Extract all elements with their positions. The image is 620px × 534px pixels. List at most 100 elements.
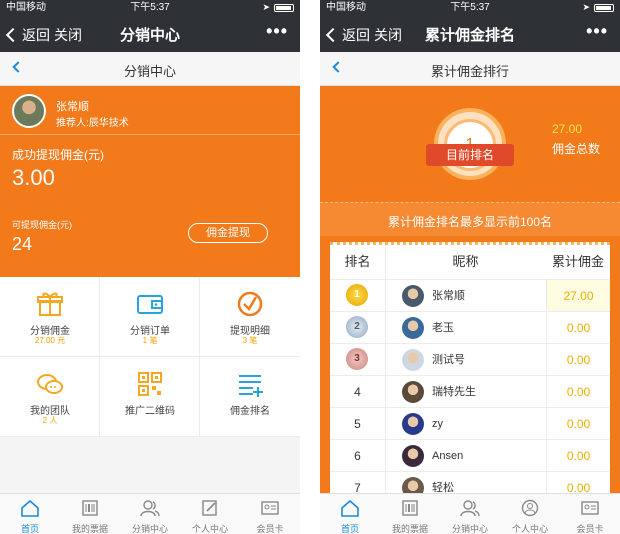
commission-amount: 27.00 xyxy=(546,280,610,312)
table-row: 4 瑞特先生 0.00 xyxy=(330,375,610,408)
bottom-tab-bar: 首页 我的票据 分销中心 个人中心 会员卡 xyxy=(0,493,300,534)
clock-icon xyxy=(237,291,263,317)
table-row: 3 测试号 0.00 xyxy=(330,343,610,376)
chat-icon xyxy=(37,374,63,394)
grid-count: 27.00 元 xyxy=(34,336,66,345)
nickname: 瑞特先生 xyxy=(432,386,476,398)
avatar xyxy=(402,317,424,339)
grid-item-withdraw-detail[interactable]: 提现明细 3 笔 xyxy=(200,277,300,357)
status-bar: 中国移动 下午5:37 ➤ xyxy=(320,0,620,15)
nickname: Ansen xyxy=(432,450,464,462)
commission-ranking-screen: 中国移动 下午5:37 ➤ 返回 关闭 累计佣金排名 ••• 累计佣金排行 1 … xyxy=(320,0,620,534)
tab-distribution[interactable]: 分销中心 xyxy=(120,494,180,534)
user-name: 张常顺 xyxy=(56,101,89,113)
location-icon: ➤ xyxy=(582,2,590,12)
grid-item-team[interactable]: 我的团队 2 人 xyxy=(0,357,100,437)
withdrawn-value: 3.00 xyxy=(12,165,55,190)
my-rank-ribbon: 目前排名 xyxy=(426,144,514,166)
clock: 下午5:37 xyxy=(450,2,490,13)
nav-title: 分销中心 xyxy=(119,27,180,44)
battery-icon xyxy=(274,4,294,12)
tab-label: 会员卡 xyxy=(576,524,604,534)
ranking-banner: 累计佣金排名最多显示前100名 xyxy=(320,202,620,236)
avatar xyxy=(402,445,424,467)
tab-label: 个人中心 xyxy=(511,524,548,534)
home-icon xyxy=(21,499,39,517)
table-row: 6 Ansen 0.00 xyxy=(330,439,610,472)
avatar xyxy=(402,413,424,435)
tab-profile[interactable]: 个人中心 xyxy=(500,494,560,534)
referrer: 推荐人:辰华技术 xyxy=(56,118,129,129)
id-card-icon xyxy=(581,501,599,515)
nickname: 张常顺 xyxy=(432,290,465,302)
wechat-top-bar: 中国移动 下午5:37 ➤ 返回 关闭 累计佣金排名 ••• xyxy=(320,0,620,52)
rank-cell: 3 xyxy=(330,344,385,376)
tab-home[interactable]: 首页 xyxy=(320,494,380,534)
grid-label: 佣金排名 xyxy=(230,406,270,417)
status-bar: 中国移动 下午5:37 ➤ xyxy=(0,0,300,15)
avatar xyxy=(402,381,424,403)
page-title: 累计佣金排行 xyxy=(430,64,509,79)
commission-amount: 0.00 xyxy=(546,376,610,408)
available-value: 24 xyxy=(12,234,33,254)
rank-cell: 4 xyxy=(354,385,361,399)
tab-tickets[interactable]: 我的票据 xyxy=(60,494,120,534)
banner-text: 累计佣金排名最多显示前100名 xyxy=(387,215,553,229)
edit-icon xyxy=(202,500,217,516)
commission-amount: 0.00 xyxy=(546,312,610,344)
user-circle-icon xyxy=(521,499,539,517)
commission-amount: 0.00 xyxy=(546,344,610,376)
withdraw-button[interactable]: 佣金提现 xyxy=(188,223,268,243)
tab-tickets[interactable]: 我的票据 xyxy=(380,494,440,534)
users-icon xyxy=(460,500,480,517)
qrcode-icon xyxy=(138,372,162,396)
tab-home[interactable]: 首页 xyxy=(0,494,60,534)
more-icon[interactable]: ••• xyxy=(266,21,288,42)
wechat-top-bar: 中国移动 下午5:37 ➤ 返回 关闭 分销中心 ••• xyxy=(0,0,300,52)
page-header: 累计佣金排行 xyxy=(320,52,620,86)
grid-item-orders[interactable]: 分销订单 1 笔 xyxy=(100,277,200,357)
barcode-icon xyxy=(82,500,98,516)
gift-icon xyxy=(37,292,63,316)
tab-label: 个人中心 xyxy=(191,524,228,534)
rank-cell: 2 xyxy=(330,312,385,344)
tab-distribution[interactable]: 分销中心 xyxy=(440,494,500,534)
grid-count: 3 笔 xyxy=(242,336,258,345)
total-commission-value: 27.00 xyxy=(552,122,583,136)
withdrawn-label: 成功提现佣金(元) xyxy=(12,148,104,162)
rank-cell: 1 xyxy=(330,280,385,312)
commission-amount: 0.00 xyxy=(546,408,610,440)
available-label: 可提现佣金(元) xyxy=(12,220,72,230)
tab-label: 我的票据 xyxy=(71,524,108,534)
tab-label: 首页 xyxy=(340,524,359,534)
distribution-center-screen: 中国移动 下午5:37 ➤ 返回 关闭 分销中心 ••• 分销中心 张常顺 推荐… xyxy=(0,0,300,534)
divider xyxy=(0,134,300,135)
gold-medal-icon: 1 xyxy=(346,284,368,306)
grid-item-commission[interactable]: 分销佣金 27.00 元 xyxy=(0,277,100,357)
page-header: 分销中心 xyxy=(0,52,300,86)
tab-label: 会员卡 xyxy=(256,524,284,534)
bronze-medal-icon: 3 xyxy=(346,348,368,370)
tab-profile[interactable]: 个人中心 xyxy=(180,494,240,534)
header-commission: 累计佣金 xyxy=(551,254,604,269)
tab-label: 分销中心 xyxy=(451,524,488,534)
commission-summary: 张常顺 推荐人:辰华技术 成功提现佣金(元) 3.00 可提现佣金(元) 24 … xyxy=(0,86,300,277)
rank-cell: 6 xyxy=(354,449,361,463)
page-title: 分销中心 xyxy=(123,64,176,79)
header-nickname: 昵称 xyxy=(452,254,479,269)
tab-label: 首页 xyxy=(20,524,39,534)
tab-member-card[interactable]: 会员卡 xyxy=(240,494,300,534)
grid-item-ranking[interactable]: 佣金排名 xyxy=(200,357,300,437)
more-icon[interactable]: ••• xyxy=(586,21,608,42)
table-row: 2 老玉 0.00 xyxy=(330,311,610,344)
barcode-icon xyxy=(402,500,418,516)
table-row: 1 张常顺 27.00 xyxy=(330,279,610,312)
grid-label: 推广二维码 xyxy=(125,406,175,417)
header-rank: 排名 xyxy=(344,254,371,269)
commission-amount: 0.00 xyxy=(546,440,610,472)
nickname: zy xyxy=(432,418,443,430)
avatar xyxy=(402,285,424,307)
grid-item-qrcode[interactable]: 推广二维码 xyxy=(100,357,200,437)
tab-member-card[interactable]: 会员卡 xyxy=(560,494,620,534)
table-row: 5 zy 0.00 xyxy=(330,407,610,440)
